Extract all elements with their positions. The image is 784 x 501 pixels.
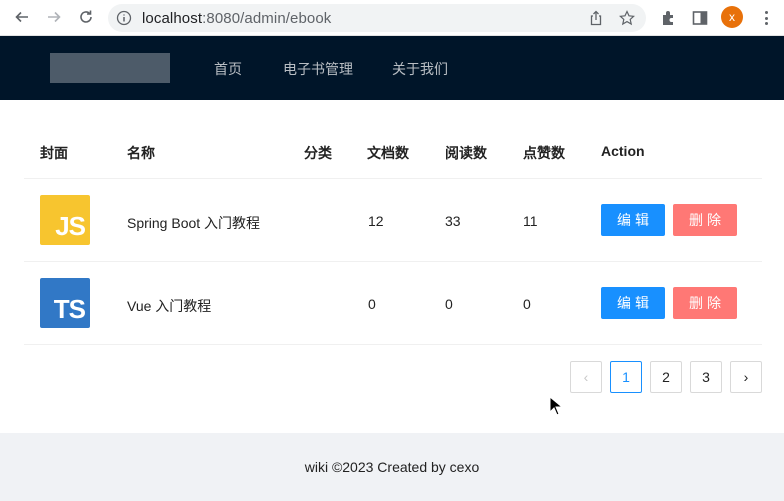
edit-button[interactable]: 编辑 <box>601 204 665 236</box>
pagination-page-2[interactable]: 2 <box>650 361 682 393</box>
book-name: Spring Boot 入门教程 <box>127 215 261 231</box>
browser-menu-icon[interactable] <box>757 8 775 28</box>
address-bar[interactable]: localhost:8080/admin/ebook <box>108 4 646 32</box>
nav-ebook-admin[interactable]: 电子书管理 <box>283 59 353 79</box>
cover-image: JS <box>40 195 90 245</box>
pagination-page-3[interactable]: 3 <box>690 361 722 393</box>
url-text[interactable]: localhost:8080/admin/ebook <box>142 10 331 27</box>
col-category: 分类 <box>304 145 332 161</box>
extensions-icon[interactable] <box>660 9 678 27</box>
bookmark-star-icon[interactable] <box>619 10 635 26</box>
like-count: 0 <box>523 296 531 312</box>
browser-toolbar: localhost:8080/admin/ebook x <box>0 0 784 36</box>
footer: wiki ©2023 Created by cexo <box>0 433 784 501</box>
col-name: 名称 <box>127 145 155 161</box>
cover-image: TS <box>40 278 90 328</box>
delete-button[interactable]: 删除 <box>673 287 737 319</box>
footer-text: wiki ©2023 Created by cexo <box>304 459 480 475</box>
view-count: 0 <box>445 296 453 312</box>
profile-avatar[interactable]: x <box>721 6 743 28</box>
side-panel-icon[interactable] <box>691 9 709 27</box>
back-icon[interactable] <box>12 7 32 27</box>
url-host: localhost <box>142 10 203 27</box>
forward-icon[interactable] <box>44 7 64 27</box>
nav-home[interactable]: 首页 <box>214 59 242 79</box>
pagination-next[interactable]: › <box>730 361 762 393</box>
share-icon[interactable] <box>588 10 604 26</box>
reload-icon[interactable] <box>76 7 96 27</box>
pagination-prev[interactable]: ‹ <box>570 361 602 393</box>
pagination-page-1[interactable]: 1 <box>610 361 642 393</box>
mouse-cursor-icon <box>549 396 563 416</box>
delete-button[interactable]: 删除 <box>673 204 737 236</box>
col-docs: 文档数 <box>367 145 409 161</box>
logo <box>50 53 170 83</box>
book-name: Vue 入门教程 <box>127 298 212 314</box>
col-cover: 封面 <box>40 145 68 161</box>
col-likes: 点赞数 <box>523 145 565 161</box>
app-header: 首页 电子书管理 关于我们 <box>0 36 784 100</box>
row-divider <box>24 344 762 345</box>
edit-button[interactable]: 编辑 <box>601 287 665 319</box>
url-path: :8080/admin/ebook <box>202 10 332 27</box>
view-count: 33 <box>445 213 461 229</box>
doc-count: 12 <box>368 213 384 229</box>
col-views: 阅读数 <box>445 145 487 161</box>
nav-about[interactable]: 关于我们 <box>392 59 448 79</box>
site-info-icon[interactable] <box>116 10 132 26</box>
doc-count: 0 <box>368 296 376 312</box>
row-divider <box>24 261 762 262</box>
col-action: Action <box>601 143 645 159</box>
like-count: 11 <box>523 213 538 229</box>
header-divider <box>24 178 762 179</box>
